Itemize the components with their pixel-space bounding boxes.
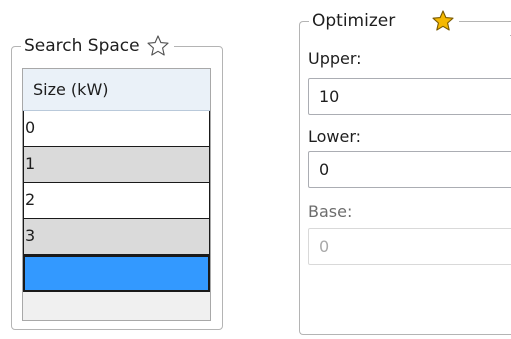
optimizer-header: Optimizer xyxy=(309,7,460,35)
optimizer-group: Optimizer Upper: 10 Lower: 0 Base: 0 xyxy=(299,7,511,335)
table-row[interactable]: 3 xyxy=(23,219,210,255)
star-outline-icon[interactable] xyxy=(146,34,170,58)
base-input[interactable]: 0 xyxy=(308,228,511,265)
lower-input[interactable]: 0 xyxy=(308,151,511,188)
table-row[interactable]: 2 xyxy=(23,183,210,219)
optimizer-title: Optimizer xyxy=(312,11,396,31)
search-space-title: Search Space xyxy=(24,36,140,56)
lower-label: Lower: xyxy=(308,127,362,146)
search-space-group: Search Space Size (kW) 0 1 2 3 xyxy=(11,32,223,330)
base-label: Base: xyxy=(308,202,353,221)
new-row-selected[interactable] xyxy=(23,255,210,292)
star-filled-icon[interactable] xyxy=(431,9,455,33)
upper-input[interactable]: 10 xyxy=(308,78,511,115)
size-grid[interactable]: Size (kW) 0 1 2 3 xyxy=(22,68,211,321)
column-header-size[interactable]: Size (kW) xyxy=(23,69,210,111)
table-row[interactable]: 0 xyxy=(23,111,210,147)
search-space-header: Search Space xyxy=(21,32,174,60)
upper-label: Upper: xyxy=(308,49,362,68)
table-row[interactable]: 1 xyxy=(23,147,210,183)
